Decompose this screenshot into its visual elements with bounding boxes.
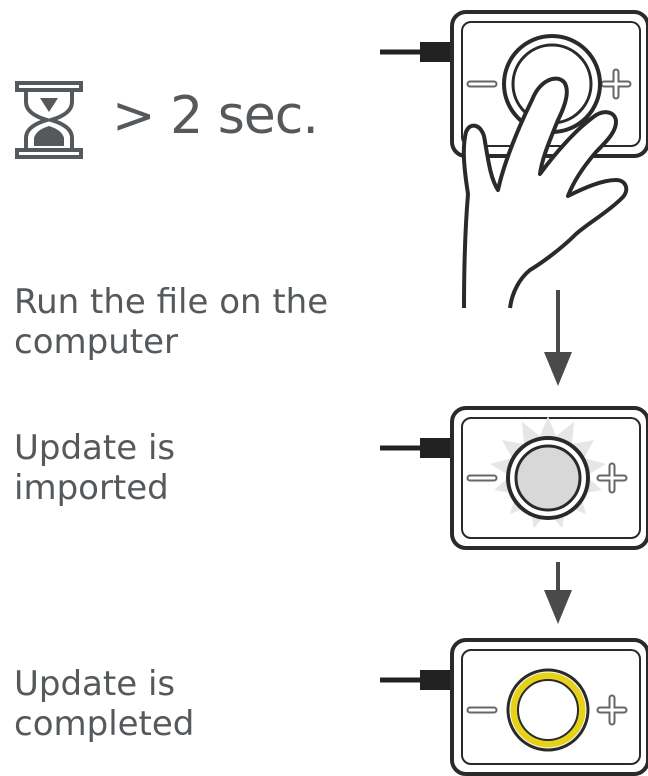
firmware-update-diagram: > 2 sec. Run the file on the computer Up…: [0, 0, 648, 776]
arrow-down-2: [544, 562, 572, 624]
hourglass-icon: [15, 81, 83, 159]
device-importing: [380, 406, 648, 550]
update-completed-label: Update is completed: [14, 664, 195, 744]
press-duration-label: > 2 sec.: [112, 86, 319, 146]
device-pressed: [380, 10, 648, 309]
run-file-label: Run the file on the computer: [14, 282, 329, 362]
arrow-down-1: [544, 290, 572, 386]
device-cable: [380, 42, 452, 62]
rotary-knob: [506, 668, 590, 752]
update-imported-label: Update is imported: [14, 428, 176, 508]
device-completed: [380, 638, 648, 776]
rotary-knob: [506, 436, 590, 520]
